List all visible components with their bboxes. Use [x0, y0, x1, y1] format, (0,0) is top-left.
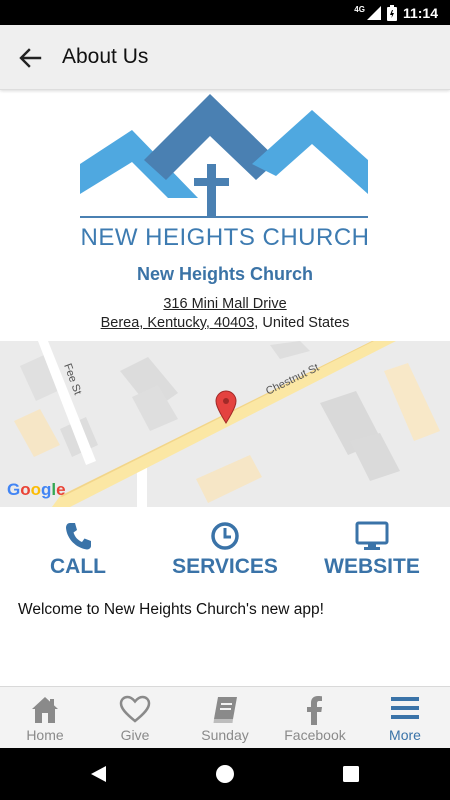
- country-text: , United States: [254, 315, 350, 331]
- system-recents-icon[interactable]: [342, 765, 360, 783]
- network-type: 4G: [354, 5, 365, 14]
- nav-facebook-label: Facebook: [284, 727, 346, 743]
- system-home-icon[interactable]: [215, 764, 235, 784]
- book-icon: [213, 697, 237, 723]
- monitor-icon: [355, 521, 389, 550]
- menu-icon: [391, 697, 419, 719]
- google-logo: Google: [7, 480, 66, 499]
- system-back-icon[interactable]: [88, 764, 108, 784]
- system-navigation-bar: [0, 748, 450, 800]
- welcome-message: Welcome to New Heights Church's new app!: [18, 601, 324, 618]
- back-arrow-icon[interactable]: [14, 43, 46, 73]
- heart-icon: [119, 695, 151, 723]
- map-tiles: Chestnut St Fee St: [0, 341, 450, 507]
- street-address-link[interactable]: 316 Mini Mall Drive: [163, 296, 286, 312]
- nav-more-label: More: [389, 727, 421, 743]
- status-bar: 4G 11:14: [0, 0, 450, 25]
- facebook-icon: [307, 696, 322, 725]
- website-button[interactable]: WEBSITE: [297, 518, 447, 584]
- location-map[interactable]: Chestnut St Fee St Google: [0, 341, 450, 507]
- clock: 11:14: [402, 4, 438, 21]
- phone-icon: [66, 523, 91, 550]
- nav-sunday[interactable]: Sunday: [180, 687, 270, 748]
- services-label: SERVICES: [172, 555, 278, 578]
- home-icon: [32, 697, 58, 723]
- nav-facebook[interactable]: Facebook: [270, 687, 360, 748]
- services-button[interactable]: SERVICES: [150, 518, 300, 584]
- city-address-link[interactable]: Berea, Kentucky, 40403: [101, 315, 255, 331]
- church-name: New Heights Church: [136, 264, 314, 284]
- call-button[interactable]: CALL: [3, 518, 153, 584]
- signal-icon: [366, 5, 381, 20]
- bottom-navigation: Home Give Sunday Facebook More: [0, 686, 450, 748]
- website-label: WEBSITE: [324, 555, 420, 578]
- nav-sunday-label: Sunday: [201, 727, 249, 743]
- nav-give[interactable]: Give: [90, 687, 180, 748]
- address-line-2: Berea, Kentucky, 40403, United States: [0, 315, 450, 331]
- nav-home[interactable]: Home: [0, 687, 90, 748]
- logo-wordmark: NEW HEIGHTS CHURCH: [80, 224, 370, 251]
- action-row: CALL SERVICES WEBSITE: [0, 518, 450, 588]
- nav-more[interactable]: More: [360, 687, 450, 748]
- call-label: CALL: [50, 555, 106, 578]
- nav-give-label: Give: [120, 727, 150, 743]
- battery-icon: [386, 4, 397, 21]
- address-line-1[interactable]: 316 Mini Mall Drive: [0, 296, 450, 312]
- page-title: About Us: [62, 45, 149, 68]
- nav-home-label: Home: [26, 727, 64, 743]
- app-bar: About Us: [0, 25, 450, 90]
- clock-icon: [211, 522, 239, 550]
